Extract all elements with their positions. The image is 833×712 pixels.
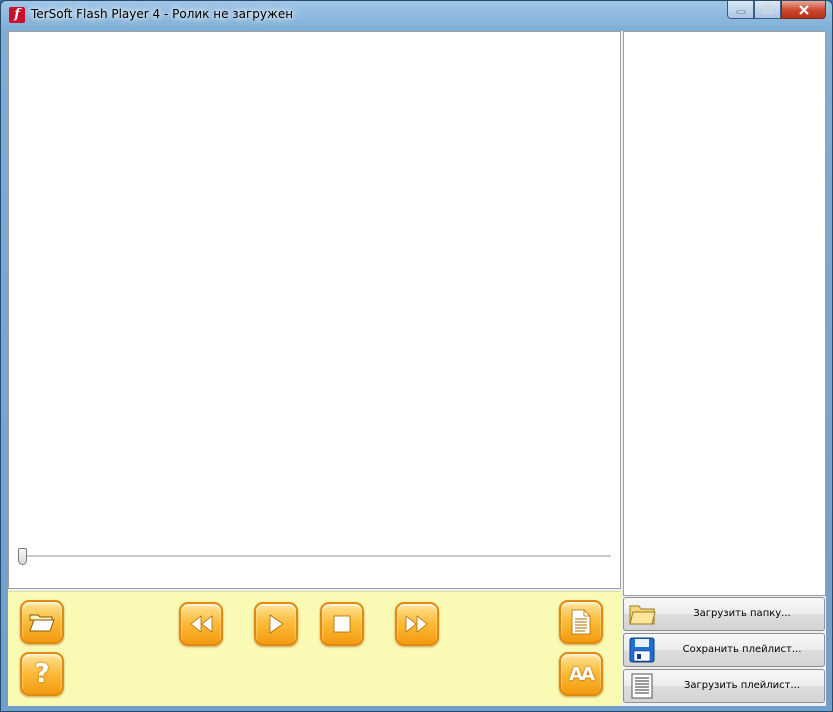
maximize-button[interactable] xyxy=(754,1,781,19)
fast-forward-button[interactable] xyxy=(395,602,439,646)
font-size-icon: AA xyxy=(569,663,595,685)
minimize-button[interactable] xyxy=(727,1,754,19)
load-playlist-label: Загрузить плейлист... xyxy=(683,680,801,691)
font-size-button[interactable]: AA xyxy=(559,652,603,696)
maximize-icon xyxy=(762,4,773,14)
document-icon xyxy=(571,609,591,635)
seek-track[interactable] xyxy=(19,555,611,558)
play-button[interactable] xyxy=(254,602,298,646)
floppy-disk-icon xyxy=(629,637,655,663)
playlist-panel[interactable] xyxy=(623,31,826,596)
question-mark-icon: ? xyxy=(34,659,50,689)
play-icon xyxy=(269,614,284,634)
controls-panel: ? AA xyxy=(8,591,621,706)
close-icon xyxy=(798,4,809,15)
window-title: TerSoft Flash Player 4 - Ролик не загруж… xyxy=(31,7,294,21)
seek-slider-thumb[interactable] xyxy=(18,548,27,565)
rewind-icon xyxy=(190,615,213,633)
video-area[interactable] xyxy=(8,31,621,589)
text-document-icon xyxy=(631,673,653,699)
playlist-toggle-button[interactable] xyxy=(559,600,603,644)
stop-button[interactable] xyxy=(320,602,364,646)
open-file-button[interactable] xyxy=(20,600,64,644)
flash-app-icon[interactable]: f xyxy=(9,7,25,23)
app-window: f TerSoft Flash Player 4 - Ролик не загр… xyxy=(0,0,833,712)
load-folder-button[interactable]: Загрузить папку... xyxy=(623,597,825,631)
stop-icon xyxy=(333,615,351,633)
close-button[interactable] xyxy=(781,1,826,19)
save-playlist-label: Сохранить плейлист... xyxy=(682,644,802,655)
folder-open-icon xyxy=(29,614,55,632)
fast-forward-icon xyxy=(405,615,428,633)
save-playlist-button[interactable]: Сохранить плейлист... xyxy=(623,633,825,667)
minimize-icon xyxy=(736,10,745,13)
rewind-button[interactable] xyxy=(179,602,223,646)
folder-icon xyxy=(629,605,656,625)
load-folder-label: Загрузить папку... xyxy=(693,608,791,619)
help-button[interactable]: ? xyxy=(20,652,64,696)
client-area: ? AA Загрузить папку... Сохранить плейли… xyxy=(8,31,826,706)
window-controls xyxy=(727,1,826,20)
load-playlist-button[interactable]: Загрузить плейлист... xyxy=(623,669,825,703)
title-bar[interactable]: f TerSoft Flash Player 4 - Ролик не загр… xyxy=(1,1,832,29)
